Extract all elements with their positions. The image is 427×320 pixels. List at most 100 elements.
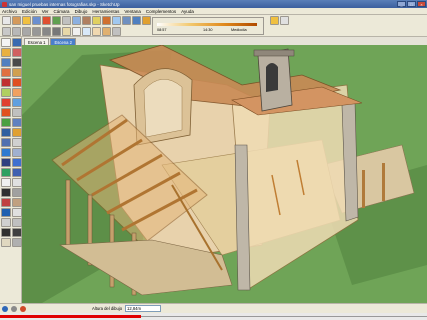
toolbar-row-right [268,15,289,26]
measurements-input[interactable]: 12,84m [125,305,162,312]
eraser-tool-icon[interactable] [12,16,21,25]
toolbar-row-2 [0,26,121,37]
tab-escena-2[interactable]: Escena 2 [50,38,76,45]
lt-scale-icon[interactable] [1,108,11,117]
tape-measure-icon[interactable] [92,16,101,25]
menu-ayuda[interactable]: Ayuda [181,9,194,14]
lt-axes-icon[interactable] [1,138,11,147]
shadow-settings-icon[interactable] [280,16,289,25]
paint-bucket-icon[interactable] [22,16,31,25]
lt-export-icon[interactable] [12,228,22,237]
porch-column [65,179,71,246]
menu-herramientas[interactable]: Herramientas [92,9,119,14]
rotate-tool-icon[interactable] [72,16,81,25]
lt-3dtext-icon[interactable] [12,138,22,147]
pan-tool-icon[interactable] [122,16,131,25]
lt-text-icon[interactable] [12,128,22,137]
lt-select-icon[interactable] [1,38,11,47]
lt-pushpull-icon[interactable] [12,88,22,97]
playback-progress[interactable] [0,313,427,320]
lt-sandbox-icon[interactable] [1,198,11,207]
lt-look-around-icon[interactable] [12,178,22,187]
lt-rectangle-icon[interactable] [1,58,11,67]
move-tool-icon[interactable] [62,16,71,25]
lt-import-icon[interactable] [1,228,11,237]
lt-eraser-icon[interactable] [12,48,22,57]
lt-section-plane-icon[interactable] [12,188,22,197]
text-tool-icon[interactable] [102,16,111,25]
minimize-icon[interactable]: _ [397,1,406,7]
nave-side-wall [231,84,359,291]
bell-opening [266,63,278,92]
tab-escena-1[interactable]: Escena 1 [24,38,50,45]
textured-style-icon[interactable] [102,27,111,36]
circle-tool-icon[interactable] [42,16,51,25]
back-view-icon[interactable] [42,27,51,36]
menu-complementos[interactable]: Complementos [146,9,176,14]
lt-orbit-icon[interactable] [1,148,11,157]
close-icon[interactable]: × [417,1,426,7]
lt-move-icon[interactable] [1,88,11,97]
lt-flip-edge-icon[interactable] [12,218,22,227]
zoom-extents-icon[interactable] [142,16,151,25]
maximize-icon[interactable]: □ [407,1,416,7]
lt-zoom-window-icon[interactable] [12,158,22,167]
left-view-icon[interactable] [52,27,61,36]
lt-settings-icon[interactable] [12,238,22,247]
lt-pan-icon[interactable] [12,148,22,157]
lt-line-icon[interactable] [12,58,22,67]
lt-rotate-icon[interactable] [1,98,11,107]
lt-zoom-extents-icon[interactable] [1,168,11,177]
select-tool-icon[interactable] [2,16,11,25]
model-viewport[interactable] [22,45,427,303]
menu-camara[interactable]: Cámara [54,9,70,14]
menu-edicion[interactable]: Edición [22,9,37,14]
lt-smoove-icon[interactable] [12,198,22,207]
lt-offset-icon[interactable] [12,108,22,117]
top-view-icon[interactable] [12,27,21,36]
lt-drape-icon[interactable] [12,208,22,217]
menu-ver[interactable]: Ver [42,9,49,14]
shadow-time-slider[interactable] [157,23,257,26]
help-icon[interactable] [2,305,8,312]
rectangle-tool-icon[interactable] [32,16,41,25]
sketchup-app-icon [2,1,7,7]
zoom-tool-icon[interactable] [132,16,141,25]
hidden-line-style-icon[interactable] [82,27,91,36]
menu-ventana[interactable]: Ventana [124,9,141,14]
menu-dibujo[interactable]: Dibujo [75,9,88,14]
lt-arc-icon[interactable] [12,68,22,77]
lt-print-icon[interactable] [1,238,11,247]
window-title: san miguel pruebas internas fotografias.… [9,1,120,7]
lt-polygon-icon[interactable] [1,78,11,87]
iso-view-icon[interactable] [2,27,11,36]
lt-tape-icon[interactable] [1,118,11,127]
lt-paint-icon[interactable] [1,48,11,57]
scale-tool-icon[interactable] [82,16,91,25]
lt-freehand-icon[interactable] [12,78,22,87]
wireframe-style-icon[interactable] [72,27,81,36]
lt-component-icon[interactable] [12,38,22,47]
lt-protractor-icon[interactable] [1,128,11,137]
lt-followme-icon[interactable] [12,98,22,107]
lt-walk-icon[interactable] [1,188,11,197]
sun-icon[interactable] [270,16,279,25]
right-view-icon[interactable] [32,27,41,36]
xray-style-icon[interactable] [62,27,71,36]
shadow-settings-panel: 08:57 14:30 Mediodía [152,17,264,35]
lt-dimension-icon[interactable] [12,118,22,127]
shaded-style-icon[interactable] [92,27,101,36]
lt-circle-icon[interactable] [1,68,11,77]
geo-location-icon[interactable] [11,305,17,312]
lt-zoom-icon[interactable] [1,158,11,167]
credits-icon[interactable] [20,305,26,312]
lt-detail-icon[interactable] [1,218,11,227]
push-pull-icon[interactable] [52,16,61,25]
lt-stamp-icon[interactable] [1,208,11,217]
front-view-icon[interactable] [22,27,31,36]
lt-previous-icon[interactable] [12,168,22,177]
monochrome-style-icon[interactable] [112,27,121,36]
lt-position-camera-icon[interactable] [1,178,11,187]
menu-archivo[interactable]: Archivo [2,9,17,14]
orbit-tool-icon[interactable] [112,16,121,25]
